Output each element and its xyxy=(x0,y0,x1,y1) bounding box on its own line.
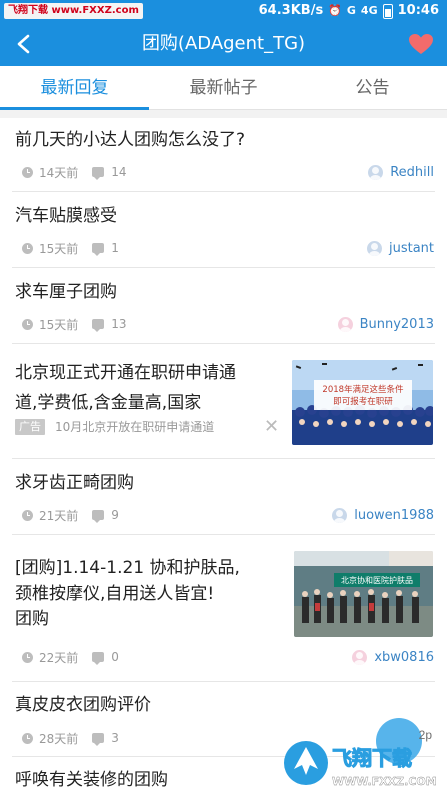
ad-item[interactable]: 北京现正式开通在职研申请通 道,学费低,含金量高,国家 广告 10月北京开放在职… xyxy=(0,344,447,458)
clock-icon xyxy=(22,166,33,178)
page-title: 团购(ADAgent_TG) xyxy=(141,33,306,54)
post-meta: 21天前 9 xyxy=(22,507,119,523)
clock-icon xyxy=(22,318,33,330)
clock-icon xyxy=(22,242,33,254)
watermark-title: 飞翔下载 xyxy=(332,746,412,770)
banner-text-1: 2018年满足这些条件 xyxy=(322,384,404,395)
reply-count: 13 xyxy=(111,317,127,331)
banner-text-2: 即可报考在职研 xyxy=(333,396,393,407)
post-title: 真皮皮衣团购评价 xyxy=(15,695,151,715)
post-title-line-1: [团购]1.14-1.21 协和护肤品, xyxy=(15,558,240,578)
author-name: Bunny2013 xyxy=(359,316,434,332)
post-time: 15天前 xyxy=(39,241,79,256)
comment-icon xyxy=(92,510,105,523)
battery-icon xyxy=(382,3,393,19)
status-indicators: 64.3KB/s ⏰ G 4G 10:46 xyxy=(259,2,439,20)
list-item[interactable]: [团购]1.14-1.21 协和护肤品, 颈椎按摩仪,自用送人皆宜! 团购 北京… xyxy=(0,535,447,681)
status-badge: 飞翔下载 www.FXXZ.com xyxy=(4,3,143,19)
ad-description: 10月北京开放在职研申请通道 xyxy=(55,420,215,434)
heart-icon xyxy=(409,34,433,54)
tab-latest-posts[interactable]: 最新帖子 xyxy=(149,66,298,110)
post-time: 22天前 xyxy=(39,650,79,665)
post-time: 21天前 xyxy=(39,508,79,523)
watermark-url: WWW.FXXZ.COM xyxy=(332,775,437,788)
ad-close-button[interactable]: ✕ xyxy=(264,418,279,436)
author-name: Redhill xyxy=(390,164,434,180)
list-item[interactable]: 求车厘子团购 15天前 13 Bunny2013 xyxy=(0,268,447,344)
list-item[interactable]: 前几天的小达人团购怎么没了? 14天前 14 Redhill xyxy=(0,118,447,192)
storefront-photo: 北京协和医院护肤品 xyxy=(294,551,433,637)
post-meta: 15天前 1 xyxy=(22,240,119,256)
store-sign-text: 北京协和医院护肤品 xyxy=(341,575,413,585)
post-meta: 22天前 0 xyxy=(22,649,119,665)
clock-time: 10:46 xyxy=(397,3,439,18)
watermark-logo: 飞翔下载 WWW.FXXZ.COM xyxy=(282,735,447,797)
avatar xyxy=(332,507,348,523)
post-time: 14天前 xyxy=(39,165,79,180)
back-button[interactable] xyxy=(6,26,46,62)
list-item[interactable]: 求牙齿正畸团购 21天前 9 luowen1988 xyxy=(0,459,447,535)
avatar xyxy=(368,164,384,180)
status-bar: 飞翔下载 www.FXXZ.com 64.3KB/s ⏰ G 4G 10:46 xyxy=(0,0,447,22)
post-title-line-3: 团购 xyxy=(15,609,49,629)
post-image: 北京协和医院护肤品 xyxy=(294,551,433,637)
favorite-button[interactable] xyxy=(405,28,437,60)
comment-icon xyxy=(92,733,105,746)
clock-icon xyxy=(22,732,33,744)
post-author[interactable]: justant xyxy=(366,239,434,257)
reply-count: 0 xyxy=(111,650,119,664)
reply-count: 14 xyxy=(111,165,127,179)
title-bar: 团购(ADAgent_TG) xyxy=(0,22,447,66)
post-time: 15天前 xyxy=(39,317,79,332)
post-meta: 14天前 14 xyxy=(22,164,127,180)
tab-bar: 最新回复 最新帖子 公告 xyxy=(0,66,447,110)
post-author[interactable]: Redhill xyxy=(368,163,434,181)
tab-announcements[interactable]: 公告 xyxy=(298,66,447,110)
chevron-left-icon xyxy=(17,34,30,54)
avatar xyxy=(352,649,368,665)
avatar xyxy=(337,316,353,332)
post-author[interactable]: Bunny2013 xyxy=(337,315,434,333)
reply-count: 3 xyxy=(111,731,119,745)
post-title: 前几天的小达人团购怎么没了? xyxy=(15,130,246,150)
post-title: 求牙齿正畸团购 xyxy=(15,473,134,493)
ad-title-line-1: 北京现正式开通在职研申请通 xyxy=(15,363,236,383)
ad-title-line-2: 道,学费低,含金量高,国家 xyxy=(15,393,202,413)
author-name: luowen1988 xyxy=(354,507,434,523)
avatar xyxy=(366,240,382,256)
clock-icon xyxy=(22,509,33,521)
clock-icon xyxy=(22,651,33,663)
comment-icon xyxy=(92,243,105,256)
post-title: 求车厘子团购 xyxy=(15,282,117,302)
network-speed: 64.3KB/s xyxy=(258,3,324,18)
list-item[interactable]: 汽车贴膜感受 15天前 1 justant xyxy=(0,192,447,268)
comment-icon xyxy=(92,167,105,180)
post-time: 28天前 xyxy=(39,731,79,746)
author-name: xbw0816 xyxy=(374,649,434,665)
graduation-photo: 2018年满足这些条件 即可报考在职研 xyxy=(292,360,433,445)
tab-latest-replies[interactable]: 最新回复 xyxy=(0,66,149,110)
comment-icon xyxy=(92,319,105,332)
ad-image: 2018年满足这些条件 即可报考在职研 xyxy=(292,360,433,445)
post-meta: 15天前 13 xyxy=(22,316,127,332)
post-title: 呼唤有关装修的团购 xyxy=(15,770,168,790)
alarm-icon: ⏰ xyxy=(328,4,342,17)
signal-4g-icon: 4G xyxy=(360,4,378,17)
post-author[interactable]: luowen1988 xyxy=(332,506,434,524)
post-meta: 28天前 3 xyxy=(22,730,119,746)
reply-count: 9 xyxy=(111,508,119,522)
post-title-line-2: 颈椎按摩仪,自用送人皆宜! xyxy=(15,584,215,604)
list-top-spacer xyxy=(0,110,447,118)
author-name: justant xyxy=(388,240,434,256)
comment-icon xyxy=(92,652,105,665)
reply-count: 1 xyxy=(111,241,119,255)
signal-g-icon: G xyxy=(346,4,356,17)
post-author[interactable]: xbw0816 xyxy=(352,648,434,666)
ad-badge: 广告 xyxy=(15,419,45,435)
post-title: 汽车贴膜感受 xyxy=(15,206,117,226)
